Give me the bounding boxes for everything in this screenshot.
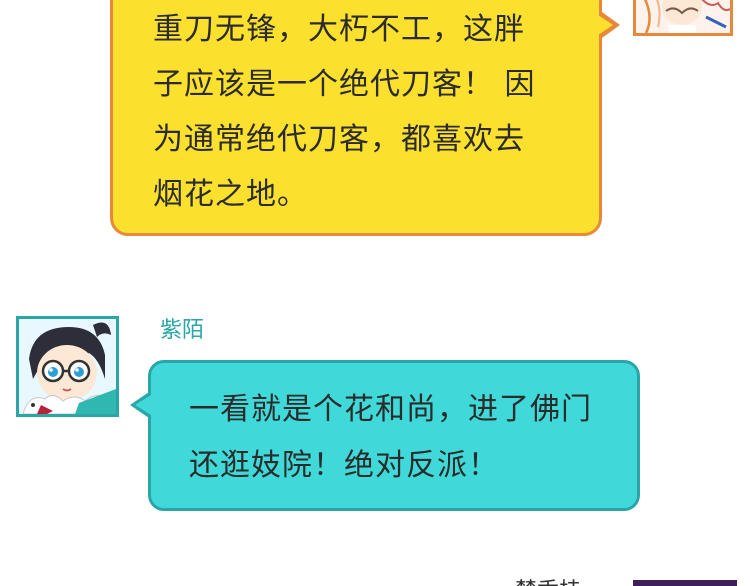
bubble-tail-left-fill [135, 395, 151, 415]
message-line: 还逛妓院！绝对反派！ [189, 448, 499, 483]
next-avatar[interactable] [633, 580, 737, 586]
message-line: 为通常绝代刀客，都喜欢去 [153, 122, 525, 157]
message-line: 子应该是一个绝代刀客！ 因 [153, 67, 536, 102]
username-label: 紫陌 [160, 318, 205, 343]
avatar-right[interactable] [633, 0, 733, 36]
message-line: 烟花之地。 [153, 177, 308, 212]
message-line: 一看就是个花和尚，进了佛门 [189, 392, 592, 427]
message-text-2: 一看就是个花和尚，进了佛门 还逛妓院！绝对反派！ [189, 382, 619, 494]
chat-comic-panel: 重刀无锋，大朽不工，这胖 子应该是一个绝代刀客！ 因 为通常绝代刀客，都喜欢去 … [0, 0, 750, 586]
avatar-right-illustration [636, 0, 730, 33]
bubble-tail-right-fill [598, 15, 613, 35]
message-line: 重刀无锋，大朽不工，这胖 [153, 12, 525, 47]
message-text-1: 重刀无锋，大朽不工，这胖 子应该是一个绝代刀客！ 因 为通常绝代刀客，都喜欢去 … [153, 2, 573, 222]
next-username-clip: 楚香桂 [515, 572, 615, 586]
avatar-left[interactable] [16, 316, 119, 417]
avatar-left-illustration [19, 319, 116, 414]
next-username: 楚香桂 [515, 578, 581, 586]
